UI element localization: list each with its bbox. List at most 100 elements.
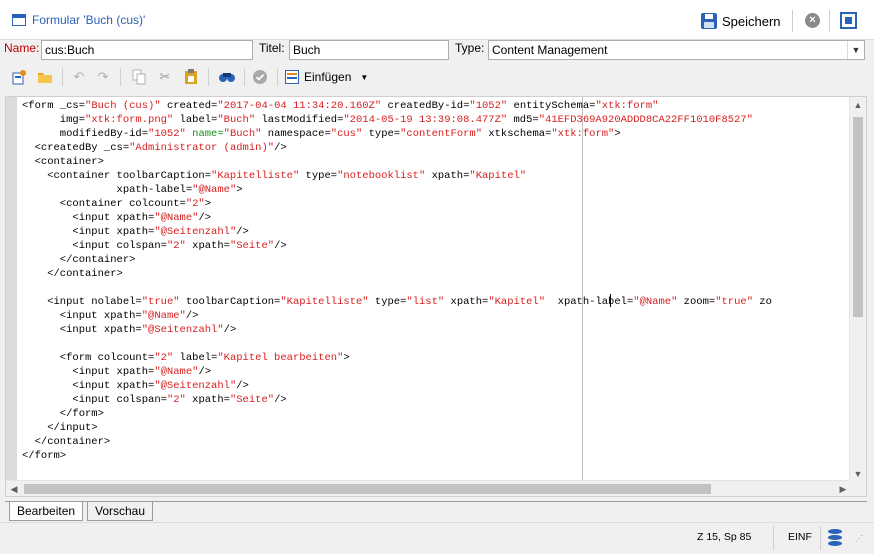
find-icon[interactable] bbox=[218, 68, 236, 86]
code-string: "2017-04-04 11:34:20.160Z" bbox=[217, 100, 382, 112]
resize-grip-icon[interactable]: ⋰ bbox=[855, 535, 864, 543]
code-line[interactable]: <input xpath="@Seitenzahl"/> bbox=[22, 225, 772, 239]
code-token: label= bbox=[173, 114, 218, 126]
status-bar: Z 15, Sp 85 EINF ⋰ bbox=[0, 522, 874, 554]
code-line[interactable]: </container> bbox=[22, 267, 772, 281]
title-field[interactable]: Buch bbox=[289, 40, 449, 60]
toolbar-separator bbox=[62, 68, 63, 86]
type-select[interactable]: Content Management ▼ bbox=[488, 40, 865, 60]
insert-dropdown[interactable]: Einfügen ▼ bbox=[285, 68, 368, 86]
code-token: /> bbox=[236, 226, 249, 238]
code-line[interactable]: </form> bbox=[22, 407, 772, 421]
copy-icon[interactable] bbox=[130, 68, 148, 86]
vertical-scrollbar[interactable]: ▲ ▼ bbox=[849, 97, 866, 482]
code-line[interactable]: modifiedBy-id="1052" name="Buch" namespa… bbox=[22, 127, 772, 141]
code-token: /> bbox=[274, 394, 287, 406]
open-folder-icon[interactable] bbox=[36, 68, 54, 86]
code-line[interactable]: <container colcount="2"> bbox=[22, 197, 772, 211]
code-token: xpath-label= bbox=[545, 296, 634, 308]
code-line[interactable]: <input xpath="@Name"/> bbox=[22, 309, 772, 323]
code-line[interactable]: <input xpath="@Seitenzahl"/> bbox=[22, 323, 772, 337]
code-token: toolbarCaption= bbox=[179, 296, 281, 308]
type-select-value: Content Management bbox=[492, 43, 608, 57]
code-line[interactable]: <input nolabel="true" toolbarCaption="Ka… bbox=[22, 295, 772, 309]
code-string: "@Seitenzahl" bbox=[154, 226, 237, 238]
horizontal-scrollbar[interactable]: ◀ ▶ bbox=[6, 480, 851, 496]
insert-label: Einfügen bbox=[304, 70, 352, 84]
cut-icon[interactable]: ✂ bbox=[156, 68, 174, 86]
new-element-icon[interactable] bbox=[10, 68, 28, 86]
paste-icon[interactable] bbox=[182, 68, 200, 86]
code-line[interactable]: <input xpath="@Seitenzahl"/> bbox=[22, 379, 772, 393]
code-token: /> bbox=[274, 240, 287, 252]
code-token: xpath= bbox=[185, 394, 230, 406]
code-line[interactable]: <input colspan="2" xpath="Seite"/> bbox=[22, 393, 772, 407]
editor-tabs: Bearbeiten Vorschau bbox=[5, 501, 867, 521]
code-token: type= bbox=[299, 170, 338, 182]
code-token: </container> bbox=[22, 268, 123, 280]
code-token: createdBy-id= bbox=[381, 100, 470, 112]
header-fields: Name: cus:Buch Titel: Buch Type: Content… bbox=[0, 40, 874, 62]
code-token: lastModified= bbox=[255, 114, 344, 126]
insert-icon bbox=[285, 70, 299, 84]
xml-editor[interactable]: <form _cs="Buch (cus)" created="2017-04-… bbox=[5, 96, 867, 497]
code-string: "@Seitenzahl" bbox=[141, 324, 224, 336]
code-line[interactable]: <createdBy _cs="Administrator (admin)"/> bbox=[22, 141, 772, 155]
code-line[interactable]: img="xtk:form.png" label="Buch" lastModi… bbox=[22, 113, 772, 127]
close-circle-icon[interactable]: × bbox=[805, 13, 820, 28]
validate-icon[interactable] bbox=[251, 68, 269, 86]
code-token: <container> bbox=[22, 156, 104, 168]
code-line[interactable]: <container toolbarCaption="Kapitelliste"… bbox=[22, 169, 772, 183]
code-string: "2" bbox=[154, 352, 174, 364]
save-icon bbox=[701, 13, 717, 29]
code-line[interactable]: <input colspan="2" xpath="Seite"/> bbox=[22, 239, 772, 253]
code-line[interactable] bbox=[22, 281, 772, 295]
code-token: md5= bbox=[507, 114, 539, 126]
code-line[interactable] bbox=[22, 337, 772, 351]
code-string: "list" bbox=[406, 296, 445, 308]
text-caret bbox=[610, 294, 611, 307]
code-line[interactable]: <container> bbox=[22, 155, 772, 169]
code-line[interactable]: </input> bbox=[22, 421, 772, 435]
scroll-left-icon[interactable]: ◀ bbox=[6, 481, 22, 496]
fit-window-icon[interactable] bbox=[840, 12, 857, 29]
code-token: /> bbox=[236, 380, 249, 392]
code-string: "Buch" bbox=[223, 128, 262, 140]
code-token: <input colspan= bbox=[22, 394, 167, 406]
code-string: "2" bbox=[185, 198, 205, 210]
redo-icon[interactable]: ↷ bbox=[94, 68, 112, 86]
code-string: "xtk:form" bbox=[595, 100, 659, 112]
code-token: <input nolabel= bbox=[22, 296, 142, 308]
code-string: "@Name" bbox=[141, 310, 186, 322]
code-line[interactable]: <form _cs="Buch (cus)" created="2017-04-… bbox=[22, 99, 772, 113]
horizontal-scroll-thumb[interactable] bbox=[24, 484, 711, 494]
code-token: /> bbox=[274, 142, 287, 154]
code-string: "contentForm" bbox=[400, 128, 483, 140]
code-string: "true" bbox=[141, 296, 180, 308]
form-editor-window: Formular 'Buch (cus)' Speichern × Name: … bbox=[0, 0, 874, 554]
vertical-scroll-thumb[interactable] bbox=[853, 117, 863, 317]
code-string: "Kapitelliste" bbox=[211, 170, 300, 182]
tab-vorschau[interactable]: Vorschau bbox=[87, 502, 154, 521]
code-line[interactable]: <input xpath="@Name"/> bbox=[22, 365, 772, 379]
code-line[interactable]: </form> bbox=[22, 449, 772, 463]
name-field[interactable]: cus:Buch bbox=[41, 40, 253, 60]
code-string: "xtk:form" bbox=[551, 128, 615, 140]
code-token: <container colcount= bbox=[22, 198, 186, 210]
code-line[interactable]: <form colcount="2" label="Kapitel bearbe… bbox=[22, 351, 772, 365]
code-string: "notebooklist" bbox=[337, 170, 426, 182]
save-button[interactable]: Speichern bbox=[701, 11, 781, 31]
code-line[interactable]: xpath-label="@Name"> bbox=[22, 183, 772, 197]
code-string: "Seite" bbox=[229, 240, 275, 252]
undo-icon[interactable]: ↶ bbox=[70, 68, 88, 86]
scroll-up-icon[interactable]: ▲ bbox=[850, 97, 866, 113]
code-token: xpath= bbox=[185, 240, 230, 252]
code-area[interactable]: <form _cs="Buch (cus)" created="2017-04-… bbox=[22, 99, 772, 463]
database-icon bbox=[828, 529, 842, 546]
code-token: > bbox=[236, 184, 243, 196]
code-line[interactable]: </container> bbox=[22, 253, 772, 267]
code-line[interactable]: </container> bbox=[22, 435, 772, 449]
code-token: zo bbox=[753, 296, 772, 308]
code-line[interactable]: <input xpath="@Name"/> bbox=[22, 211, 772, 225]
tab-bearbeiten[interactable]: Bearbeiten bbox=[9, 502, 84, 521]
